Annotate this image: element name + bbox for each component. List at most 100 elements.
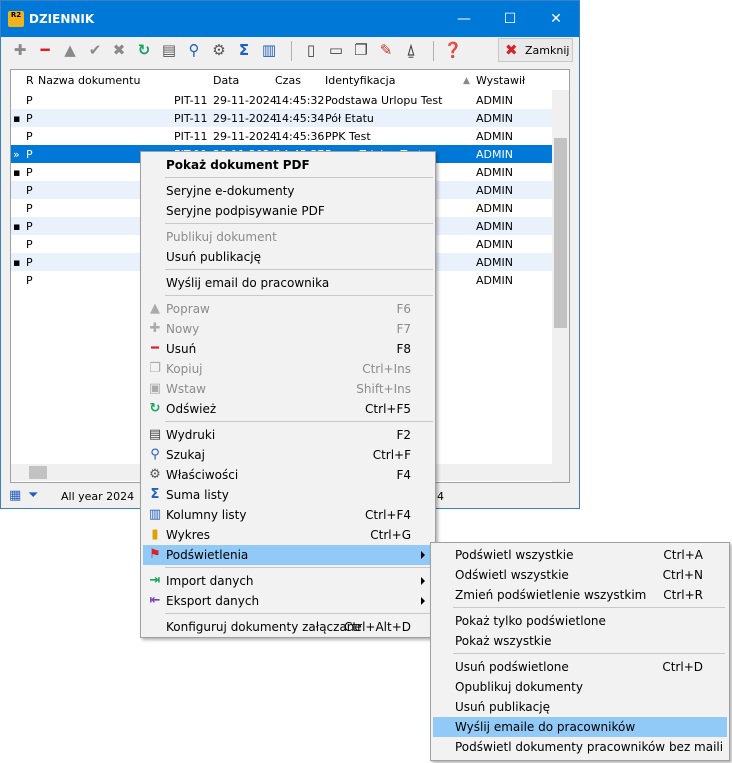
- accept-icon[interactable]: ✔: [85, 40, 105, 60]
- submenu-item-label: Pokaż wszystkie: [455, 634, 552, 648]
- row-marker: ▪: [13, 166, 21, 179]
- scroll-thumb[interactable]: [29, 466, 47, 479]
- sum-icon[interactable]: Σ: [234, 40, 254, 60]
- col-header-issued[interactable]: Wystawił: [476, 74, 525, 87]
- table-row[interactable]: ▪ P PIT-11 29-11-2024 14:45:34 Pół Etatu ADMIN: [11, 109, 552, 127]
- cell-r: P: [26, 220, 33, 233]
- menu-item-shortcut: Ctrl+F5: [365, 402, 411, 416]
- context-menu-item[interactable]: ▥ Kolumny listy Ctrl+F4: [143, 505, 433, 525]
- close-window-button[interactable]: ✕: [533, 1, 579, 37]
- cell-issued: ADMIN: [476, 94, 513, 107]
- highlight-submenu: Podświetl wszystkie Ctrl+A Odświetl wszyst…: [430, 542, 730, 761]
- export-icon: ⇤: [149, 593, 161, 608]
- context-menu-item[interactable]: ⚙ Właściwości F4: [143, 465, 433, 485]
- row-marker: ▪: [13, 220, 21, 233]
- refresh-icon[interactable]: ↻: [134, 40, 154, 60]
- submenu-item[interactable]: Pokaż tylko podświetlone: [433, 611, 727, 631]
- menu-item-label: Wyślij email do pracownika: [166, 276, 330, 290]
- cell-issued: ADMIN: [476, 238, 513, 251]
- menu-separator: [165, 613, 433, 614]
- submenu-item[interactable]: Pokaż wszystkie: [433, 631, 727, 651]
- search-icon[interactable]: ⚲: [184, 40, 204, 60]
- plus-icon: ✚: [149, 321, 161, 336]
- submenu-item-label: Zmień podświetlenie wszystkim: [455, 588, 647, 602]
- col-header-r[interactable]: R: [26, 74, 34, 87]
- context-menu-item[interactable]: ⚲ Szukaj Ctrl+F: [143, 445, 433, 465]
- context-menu-item[interactable]: ↻ Odśwież Ctrl+F5: [143, 399, 433, 419]
- context-menu-item[interactable]: Pokaż dokument PDF: [143, 155, 433, 175]
- grid-icon[interactable]: ▦: [9, 488, 21, 503]
- cell-r: P: [26, 202, 33, 215]
- context-menu-item: ✚ Nowy F7: [143, 319, 433, 339]
- menu-separator: [165, 177, 433, 178]
- context-menu-item[interactable]: ▮ Wykres Ctrl+G: [143, 525, 433, 545]
- table-row[interactable]: P PIT-11 29-11-2024 14:45:32 Podstawa Urlopu…: [11, 91, 552, 109]
- minimize-button[interactable]: —: [441, 1, 487, 37]
- submenu-item-label: Odświetl wszystkie: [455, 568, 569, 582]
- close-x-icon: ✖: [505, 41, 518, 59]
- card-icon[interactable]: ▭: [326, 40, 346, 60]
- submenu-item[interactable]: Usuń publikację: [433, 697, 727, 717]
- columns-icon[interactable]: ▥: [259, 40, 279, 60]
- vertical-scrollbar[interactable]: [552, 90, 569, 482]
- col-header-time[interactable]: Czas: [275, 74, 301, 87]
- document-icon[interactable]: ▯: [301, 40, 321, 60]
- context-menu-item[interactable]: Σ Suma listy: [143, 485, 433, 505]
- submenu-item[interactable]: Podświetl dokumenty pracowników bez mail…: [433, 737, 727, 757]
- copy-icon[interactable]: ❐: [351, 40, 371, 60]
- cancel-icon[interactable]: ✖: [109, 40, 129, 60]
- submenu-item[interactable]: Opublikuj dokumenty: [433, 677, 727, 697]
- context-menu-item: ▣ Wstaw Shift+Ins: [143, 379, 433, 399]
- flag-icon: ⚑: [149, 547, 161, 562]
- table-row[interactable]: P PIT-11 29-11-2024 14:45:36 PPK Test ADMIN: [11, 127, 552, 145]
- col-header-date[interactable]: Data: [213, 74, 239, 87]
- menu-item-label: Odśwież: [166, 402, 217, 416]
- delete-icon[interactable]: ━: [35, 40, 55, 60]
- help-icon[interactable]: ❓: [443, 40, 463, 60]
- menu-item-shortcut: Ctrl+Ins: [362, 362, 411, 376]
- close-button[interactable]: ✖ Zamknij: [498, 38, 573, 62]
- submenu-item[interactable]: Wyślij emaile do pracowników: [433, 717, 727, 737]
- row-marker: ▪: [13, 256, 21, 269]
- context-menu-item[interactable]: ⚑ Podświetlenia: [143, 545, 433, 565]
- context-menu-item[interactable]: ⇥ Import danych: [143, 571, 433, 591]
- add-icon[interactable]: ✚: [10, 40, 30, 60]
- menu-item-label: Szukaj: [166, 448, 205, 462]
- cell-time: 14:45:36: [275, 130, 325, 143]
- cell-name: PIT-11: [174, 94, 208, 107]
- printer-icon[interactable]: ▤: [159, 40, 179, 60]
- bell-icon[interactable]: ⍙: [401, 40, 421, 60]
- edit-icon[interactable]: ▲: [60, 40, 80, 60]
- refresh-icon: ↻: [149, 401, 161, 416]
- cell-r: P: [26, 166, 33, 179]
- toolbar-separator: [433, 41, 434, 61]
- menu-item-label: Seryjne e-dokumenty: [166, 184, 295, 198]
- context-menu-item[interactable]: ━ Usuń F8: [143, 339, 433, 359]
- cell-ident: PPK Test: [325, 130, 371, 143]
- context-menu-item[interactable]: ⇤ Eksport danych: [143, 591, 433, 611]
- context-menu-item[interactable]: Wyślij email do pracownika: [143, 273, 433, 293]
- col-header-ident[interactable]: Identyfikacja: [325, 74, 395, 87]
- context-menu-item[interactable]: ▤ Wydruki F2: [143, 425, 433, 445]
- sign-icon[interactable]: ✎: [376, 40, 396, 60]
- menu-item-label: Usuń publikację: [166, 250, 261, 264]
- submenu-item[interactable]: Zmień podświetlenie wszystkim Ctrl+R: [433, 585, 727, 605]
- cell-r: P: [26, 112, 33, 125]
- context-menu-item[interactable]: Usuń publikację: [143, 247, 433, 267]
- submenu-item[interactable]: Usuń podświetlone Ctrl+D: [433, 657, 727, 677]
- menu-item-label: Import danych: [166, 574, 254, 588]
- context-menu-item[interactable]: Seryjne podpisywanie PDF: [143, 201, 433, 221]
- submenu-item[interactable]: Odświetl wszystkie Ctrl+N: [433, 565, 727, 585]
- cell-r: P: [26, 238, 33, 251]
- context-menu-item[interactable]: Seryjne e-dokumenty: [143, 181, 433, 201]
- col-header-name[interactable]: Nazwa dokumentu: [38, 74, 140, 87]
- filter-icon[interactable]: ⏷: [28, 488, 38, 503]
- submenu-item[interactable]: Podświetl wszystkie Ctrl+A: [433, 545, 727, 565]
- maximize-button[interactable]: ☐: [487, 1, 533, 37]
- context-menu-item[interactable]: Konfiguruj dokumenty załączane Ctrl+Alt+D: [143, 617, 433, 637]
- scroll-thumb[interactable]: [554, 138, 567, 328]
- cell-r: P: [26, 184, 33, 197]
- context-menu-item: Publikuj dokument: [143, 227, 433, 247]
- settings-icon[interactable]: ⚙: [209, 40, 229, 60]
- app-icon: R2: [8, 11, 24, 27]
